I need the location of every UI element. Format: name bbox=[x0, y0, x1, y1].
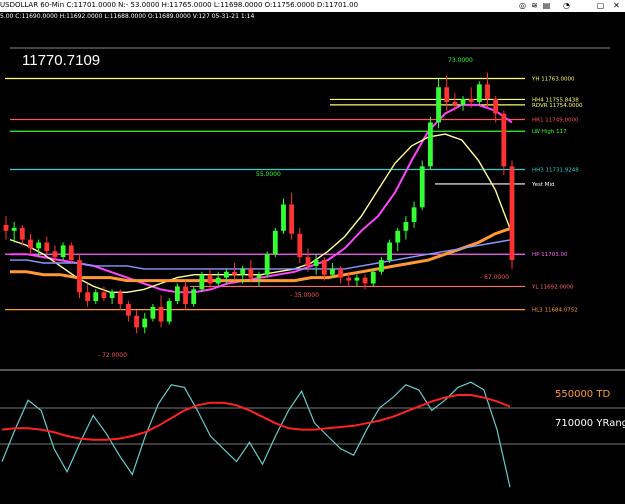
level-label: Yest Mid bbox=[531, 182, 555, 188]
candle-body bbox=[166, 301, 172, 322]
candle-body bbox=[3, 224, 9, 231]
candle-body bbox=[419, 166, 425, 208]
candle-body bbox=[36, 242, 42, 249]
candle-body bbox=[19, 227, 25, 240]
candle-body bbox=[403, 222, 409, 231]
level-label: YH 11763.0000 bbox=[531, 77, 575, 83]
current-price: 11770.7109 bbox=[22, 52, 101, 69]
candle-body bbox=[370, 271, 376, 284]
level-label: HR1 11749.0000 bbox=[532, 118, 579, 124]
candle-body bbox=[362, 277, 368, 284]
candle-body bbox=[44, 242, 50, 252]
indicator-label: 550000 TD bbox=[555, 389, 610, 400]
candle-body bbox=[313, 260, 319, 266]
candle-body bbox=[476, 84, 482, 102]
candle-body bbox=[232, 271, 237, 275]
candle-body bbox=[338, 268, 344, 278]
candle-body bbox=[52, 251, 58, 258]
candle-body bbox=[183, 286, 188, 304]
candle-body bbox=[248, 268, 254, 278]
candle-body bbox=[191, 289, 197, 304]
candle-body bbox=[346, 277, 352, 281]
level-label: HH3 11731.9248 bbox=[532, 168, 579, 174]
candle-body bbox=[297, 233, 303, 258]
candle-body bbox=[223, 271, 229, 278]
level-label: HP 11703.00 bbox=[532, 252, 568, 258]
candle-body bbox=[158, 306, 164, 322]
candle-body bbox=[444, 87, 450, 102]
candle-body bbox=[305, 257, 311, 266]
candle-body bbox=[330, 268, 335, 275]
candle-body bbox=[509, 166, 515, 261]
candle-body bbox=[395, 230, 401, 243]
candle-body bbox=[240, 268, 246, 275]
candle-body bbox=[354, 277, 360, 281]
candle-body bbox=[207, 274, 213, 284]
candle-body bbox=[411, 207, 417, 222]
indicator-label: 710000 YRange bbox=[555, 418, 625, 429]
candle-body bbox=[134, 315, 139, 328]
swing-label: - 35.0000 bbox=[290, 292, 319, 299]
candle-body bbox=[68, 245, 74, 261]
level-label: YL 11692.0000 bbox=[531, 284, 574, 290]
candle-body bbox=[281, 204, 286, 231]
candle-body bbox=[77, 260, 82, 293]
candle-body bbox=[174, 286, 180, 302]
candle-body bbox=[264, 254, 270, 275]
swing-label: - 72.0000 bbox=[98, 352, 127, 359]
candle-body bbox=[93, 292, 99, 302]
candle-body bbox=[493, 99, 499, 114]
candle-body bbox=[142, 318, 148, 328]
candle-body bbox=[150, 306, 156, 319]
candle-body bbox=[109, 292, 115, 299]
candle-body bbox=[28, 239, 33, 249]
candle-body bbox=[272, 230, 278, 255]
candle-body bbox=[460, 99, 466, 105]
level-label: HL3 11684.0752 bbox=[532, 308, 578, 314]
candle-body bbox=[85, 292, 91, 302]
candle-body bbox=[199, 274, 205, 290]
candle-body bbox=[321, 260, 327, 275]
candle-body bbox=[101, 292, 107, 299]
candle-body bbox=[436, 87, 441, 123]
candle-body bbox=[427, 122, 433, 167]
candle-body bbox=[126, 304, 131, 316]
candle-body bbox=[256, 274, 262, 278]
swing-label: 73.0000 bbox=[448, 57, 473, 64]
oscillator-line bbox=[1, 394, 511, 441]
level-label: LW High 117 bbox=[532, 129, 567, 135]
oscillator-line bbox=[1, 381, 511, 488]
candle-body bbox=[501, 113, 507, 167]
candle-body bbox=[387, 242, 392, 261]
candle-body bbox=[485, 84, 490, 99]
swing-label: 55.0000 bbox=[256, 171, 281, 178]
candle-body bbox=[289, 204, 295, 234]
candle-body bbox=[468, 99, 474, 102]
price-chart: YH 11763.0000HH4 11755.8438RDVR 11754.00… bbox=[0, 47, 625, 488]
candle-body bbox=[452, 101, 458, 105]
candle-body bbox=[117, 292, 123, 304]
candle-body bbox=[11, 227, 17, 231]
level-label: RDVR 11754.0000 bbox=[532, 103, 583, 109]
swing-label: - 67.0000 bbox=[480, 274, 509, 281]
candle-body bbox=[60, 245, 66, 258]
candle-body bbox=[215, 277, 221, 284]
candle-body bbox=[379, 260, 384, 272]
